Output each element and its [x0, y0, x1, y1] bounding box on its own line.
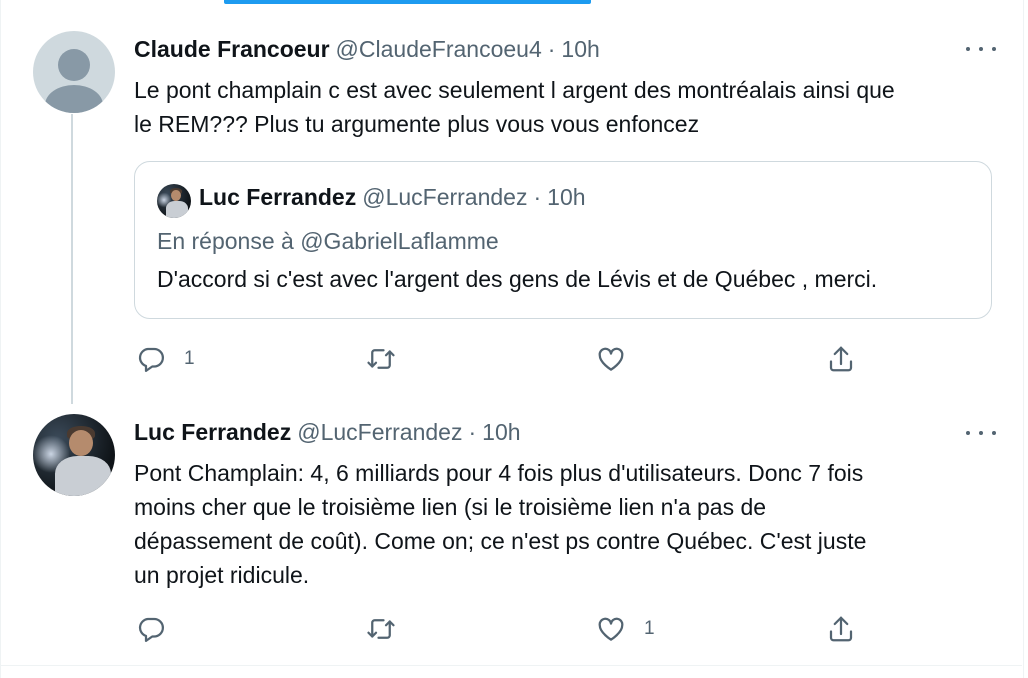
avatar-luc-ferrandez[interactable]	[33, 414, 115, 496]
retweet-button[interactable]	[366, 614, 396, 644]
retweet-button[interactable]	[366, 344, 396, 374]
tweet-timestamp[interactable]: 10h	[561, 36, 599, 63]
like-button[interactable]	[596, 344, 626, 374]
quote-timestamp: 10h	[547, 184, 586, 210]
thread-connector-line	[71, 114, 73, 404]
author-handle[interactable]: @LucFerrandez	[297, 419, 462, 446]
tweet-text-line: le REM??? Plus tu argumente plus vous vo…	[134, 111, 700, 137]
share-icon	[829, 346, 853, 372]
tweet-header: Luc Ferrandez @LucFerrandez · 10h	[134, 419, 521, 446]
author-name[interactable]: Claude Francoeur	[134, 36, 330, 63]
reply-count: 1	[184, 348, 195, 369]
avatar-claude-francoeur[interactable]	[33, 31, 115, 113]
active-tab-indicator	[224, 0, 591, 4]
quote-author-handle: @LucFerrandez	[362, 184, 528, 210]
reply-button[interactable]: 1	[136, 344, 195, 374]
like-icon	[598, 347, 624, 371]
avatar-luc-ferrandez-small	[157, 184, 191, 218]
author-handle[interactable]: @ClaudeFrancoeu4	[336, 36, 542, 63]
tweet-text: Le pont champlain c est avec seulement l…	[134, 73, 895, 141]
more-icon[interactable]	[966, 428, 996, 438]
like-icon	[598, 617, 624, 641]
separator-dot: ·	[468, 419, 477, 445]
reply-icon	[138, 347, 164, 372]
tweet-text: Pont Champlain: 4, 6 milliards pour 4 fo…	[134, 456, 866, 592]
retweet-icon	[367, 349, 395, 369]
tweet-text-line: Le pont champlain c est avec seulement l…	[134, 77, 895, 103]
tweet-text-line: Pont Champlain: 4, 6 milliards pour 4 fo…	[134, 460, 864, 486]
share-icon	[829, 616, 853, 642]
quote-header: Luc Ferrandez @LucFerrandez · 10h	[199, 184, 586, 211]
quote-text: D'accord si c'est avec l'argent des gens…	[157, 266, 878, 292]
more-icon[interactable]	[966, 44, 996, 54]
tweet-header: Claude Francoeur @ClaudeFrancoeu4 · 10h	[134, 36, 600, 63]
share-button[interactable]	[826, 344, 856, 374]
separator-dot: ·	[547, 36, 556, 62]
like-button[interactable]: 1	[596, 614, 655, 644]
retweet-icon	[367, 619, 395, 639]
tweet-text-line: un projet ridicule.	[134, 562, 310, 588]
reply-icon	[138, 617, 164, 642]
tweet-text-line: dépassement de coût). Come on; ce n'est …	[134, 528, 867, 554]
tweet-timestamp[interactable]: 10h	[482, 419, 520, 446]
separator-dot: ·	[533, 184, 542, 210]
like-count: 1	[644, 618, 655, 639]
quoted-tweet[interactable]: Luc Ferrandez @LucFerrandez · 10h En rép…	[134, 161, 992, 319]
reply-context: En réponse à @GabrielLaflamme	[157, 228, 499, 254]
share-button[interactable]	[826, 614, 856, 644]
quote-author-name: Luc Ferrandez	[199, 184, 357, 210]
author-name[interactable]: Luc Ferrandez	[134, 419, 291, 446]
tweet-divider	[0, 665, 1022, 666]
tweet-text-line: moins cher que le troisième lien (si le …	[134, 494, 767, 520]
reply-button[interactable]	[136, 614, 166, 644]
